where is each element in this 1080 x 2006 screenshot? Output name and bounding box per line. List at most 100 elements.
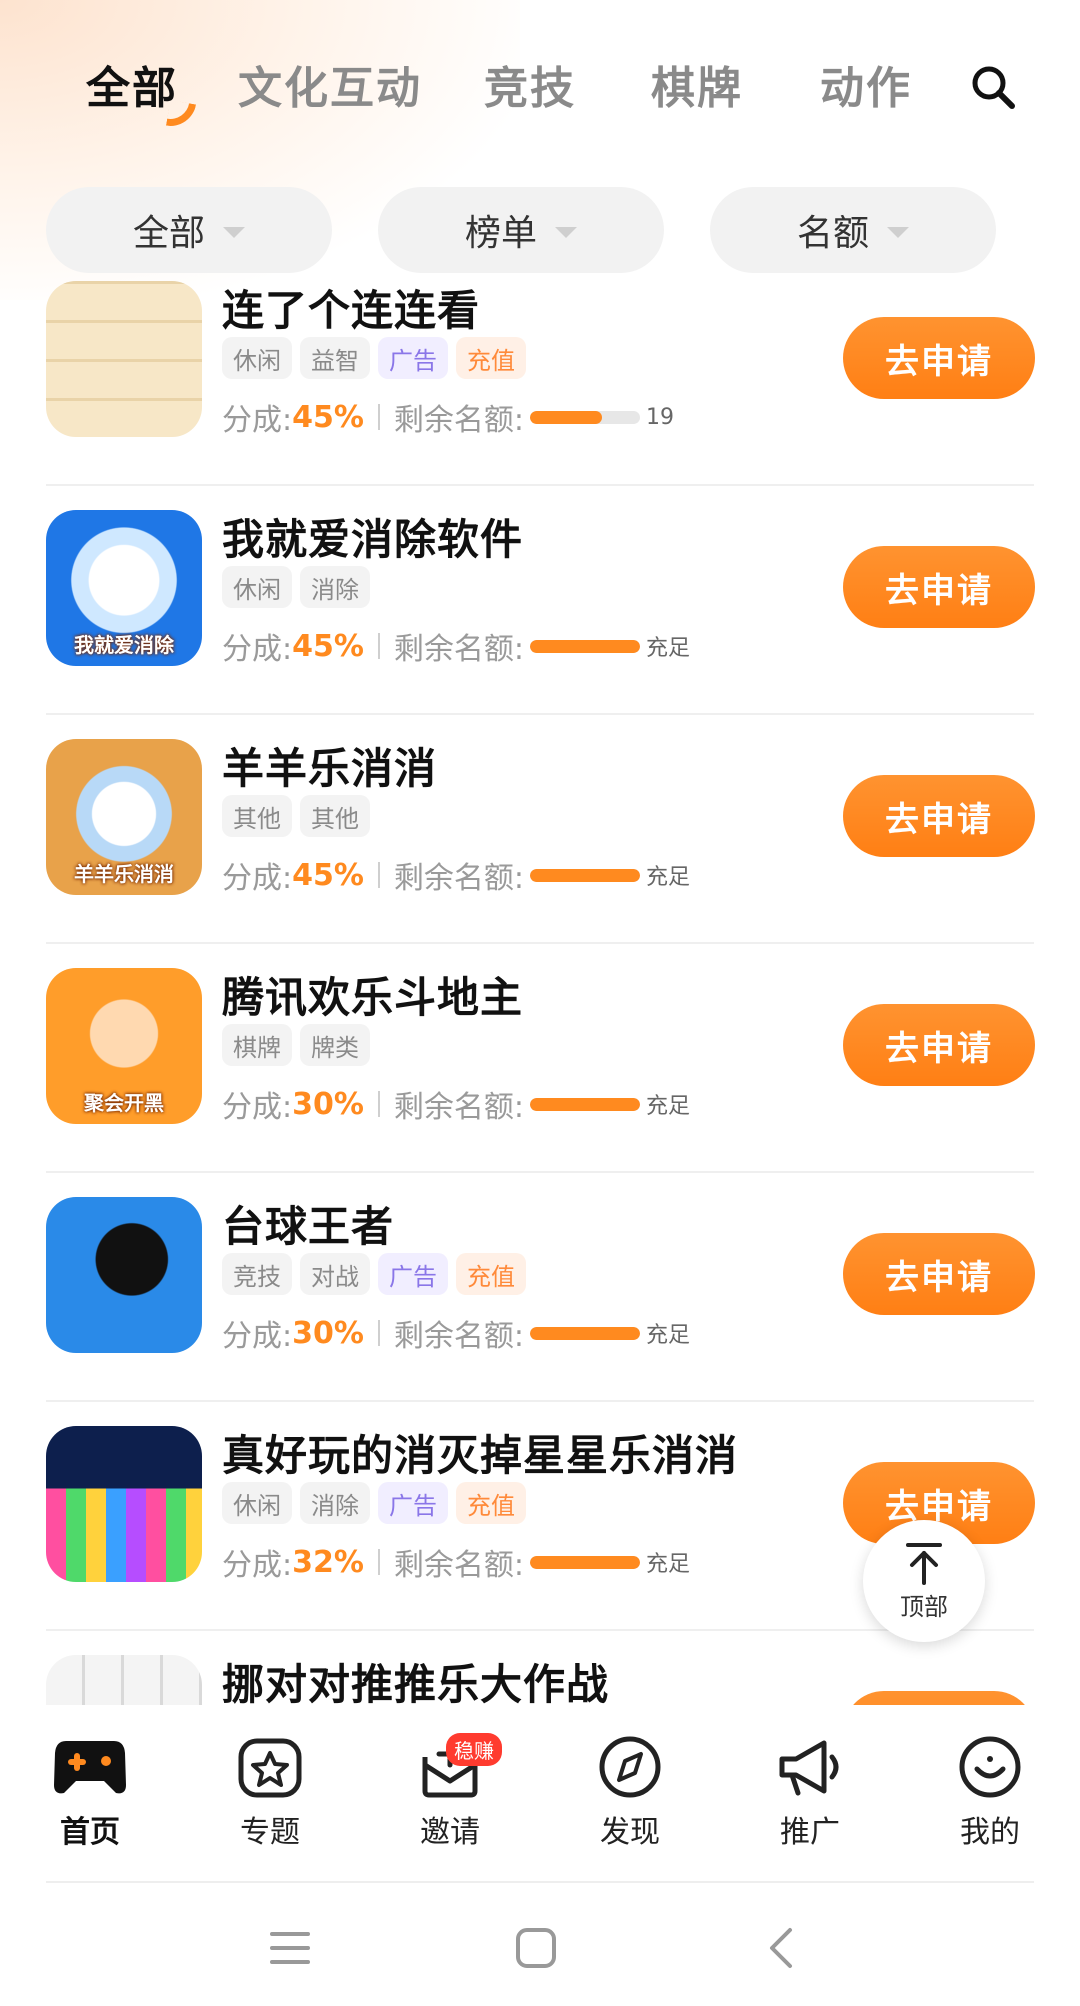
share-prefix: 分成:	[222, 1548, 293, 1583]
game-icon[interactable]: 聚会开黑	[46, 968, 202, 1124]
game-title[interactable]: 我就爱消除软件	[222, 506, 523, 567]
ad-tag: 广告	[378, 1482, 448, 1524]
tab-competitive[interactable]: 竞技	[484, 52, 576, 116]
tab-all[interactable]: 全部	[86, 52, 178, 116]
nav-promote[interactable]: 推广	[750, 1735, 870, 1851]
category-tag: 休闲	[222, 566, 292, 608]
filter-all-dropdown[interactable]: 全部	[46, 187, 332, 273]
category-tag: 其他	[300, 795, 370, 837]
nav-mine[interactable]: 我的	[930, 1735, 1050, 1851]
apply-button[interactable]: 去申请	[843, 317, 1035, 399]
tab-chess-cards[interactable]: 棋牌	[651, 52, 743, 116]
remaining-quota: 19	[646, 404, 675, 430]
game-meta: 分成: 45% 剩余名额: 充足	[222, 855, 690, 897]
category-tag: 消除	[300, 1482, 370, 1524]
search-icon[interactable]	[968, 62, 1018, 112]
filter-quota-dropdown[interactable]: 名额	[710, 187, 996, 273]
game-list-item[interactable]: 挪对对推推乐大作战去申请	[0, 1631, 1080, 1705]
meta-divider	[377, 1091, 380, 1117]
game-icon[interactable]: 羊羊乐消消	[46, 739, 202, 895]
apply-button[interactable]: 去申请	[843, 1233, 1035, 1315]
game-title[interactable]: 真好玩的消灭掉星星乐消消	[222, 1422, 738, 1483]
game-icon[interactable]	[46, 281, 202, 437]
bottom-nav: 首页 专题 稳赚 邀请 发现 推广 我的	[0, 1705, 1080, 1883]
chevron-down-icon	[223, 226, 245, 238]
game-list-item[interactable]: 台球王者 竞技 对战 广告 充值 分成: 30% 剩余名额: 充足 去申请	[0, 1173, 1080, 1402]
chevron-down-icon	[887, 226, 909, 238]
share-percent: 45%	[292, 857, 364, 893]
game-title[interactable]: 连了个连连看	[222, 277, 480, 338]
tag-list: 休闲 消除	[222, 566, 370, 608]
filter-ranking-dropdown[interactable]: 榜单	[378, 187, 664, 273]
remaining-prefix: 剩余名额:	[393, 1319, 525, 1354]
game-title[interactable]: 挪对对推推乐大作战	[222, 1651, 609, 1705]
back-to-top-button[interactable]: 顶部	[863, 1520, 985, 1642]
back-icon[interactable]	[752, 1918, 812, 1978]
home-square-icon[interactable]	[506, 1918, 566, 1978]
game-icon-caption: 聚会开黑	[84, 1091, 164, 1115]
nav-label: 首页	[60, 1815, 120, 1850]
game-title[interactable]: 腾讯欢乐斗地主	[222, 964, 523, 1025]
remaining-quota: 充足	[646, 636, 691, 661]
quota-progress-bar	[530, 868, 641, 882]
game-meta: 分成: 45% 剩余名额: 19	[222, 397, 675, 439]
meta-divider	[377, 633, 380, 659]
apply-button[interactable]: 去申请	[843, 1004, 1035, 1086]
quota-progress-fill	[530, 1326, 641, 1340]
game-list-item[interactable]: 连了个连连看 休闲 益智 广告 充值分成: 45% 剩余名额: 19 去申请	[0, 273, 1080, 486]
category-tag: 其他	[222, 795, 292, 837]
share-prefix: 分成:	[222, 861, 293, 896]
game-list-item[interactable]: 我就爱消除 我就爱消除软件 休闲 消除 分成: 45% 剩余名额: 充足 去申请	[0, 486, 1080, 715]
arrow-up-icon	[906, 1542, 942, 1585]
category-tag: 消除	[300, 566, 370, 608]
meta-divider	[377, 404, 380, 430]
game-list-item[interactable]: 聚会开黑 腾讯欢乐斗地主 棋牌 牌类 分成: 30% 剩余名额: 充足 去申请	[0, 944, 1080, 1173]
remaining-quota: 充足	[646, 1094, 691, 1119]
megaphone-icon	[779, 1740, 839, 1796]
game-title[interactable]: 羊羊乐消消	[222, 735, 437, 796]
game-icon[interactable]	[46, 1426, 202, 1582]
filter-bar: 全部 榜单 名额	[0, 187, 1080, 273]
category-tag: 牌类	[300, 1024, 370, 1066]
apply-button[interactable]: 去申请	[843, 546, 1035, 628]
share-percent: 30%	[292, 1086, 364, 1122]
quota-progress-fill	[530, 639, 641, 653]
share-percent: 32%	[292, 1544, 364, 1580]
remaining-prefix: 剩余名额:	[393, 632, 525, 667]
remaining-prefix: 剩余名额:	[393, 1548, 525, 1583]
share-prefix: 分成:	[222, 1319, 293, 1354]
remaining-prefix: 剩余名额:	[393, 1090, 525, 1125]
share-percent: 45%	[292, 399, 364, 435]
nav-label: 发现	[600, 1815, 660, 1850]
category-tag: 休闲	[222, 337, 292, 379]
tab-action[interactable]: 动作	[820, 52, 912, 116]
filter-label: 全部	[132, 213, 205, 254]
tag-list: 棋牌 牌类	[222, 1024, 370, 1066]
nav-home[interactable]: 首页	[30, 1735, 150, 1851]
apply-button[interactable]: 去申请	[843, 775, 1035, 857]
back-to-top-label: 顶部	[900, 1592, 948, 1621]
category-tag: 休闲	[222, 1482, 292, 1524]
quota-progress-fill	[530, 1097, 641, 1111]
tab-culture-interaction[interactable]: 文化互动	[238, 52, 422, 116]
game-icon[interactable]: 我就爱消除	[46, 510, 202, 666]
game-icon[interactable]	[46, 1197, 202, 1353]
game-meta: 分成: 30% 剩余名额: 充足	[222, 1084, 691, 1126]
quota-progress-fill	[530, 868, 641, 882]
game-icon[interactable]	[46, 1655, 202, 1705]
remaining-prefix: 剩余名额:	[393, 861, 525, 896]
quota-progress-bar	[530, 1097, 641, 1111]
menu-icon[interactable]	[260, 1918, 320, 1978]
ad-tag: 广告	[378, 1253, 448, 1295]
nav-invite[interactable]: 稳赚 邀请	[390, 1733, 510, 1851]
nav-discover[interactable]: 发现	[570, 1735, 690, 1851]
nav-topics[interactable]: 专题	[210, 1735, 330, 1851]
tag-list: 休闲 益智 广告 充值	[222, 337, 526, 379]
system-nav-bar	[0, 1883, 1080, 2006]
category-tag: 竞技	[222, 1253, 292, 1295]
apply-button[interactable]: 去申请	[843, 1691, 1035, 1705]
category-tabs: 全部 文化互动 竞技 棋牌 动作	[0, 52, 1080, 132]
game-list[interactable]: 连了个连连看 休闲 益智 广告 充值 分成: 45% 剩余名额: 19 去申请 我就爱消除 我就爱消除…	[0, 273, 1080, 1705]
game-list-item[interactable]: 羊羊乐消消 羊羊乐消消 其他 其他 分成: 45% 剩余名额: 充足 去申请	[0, 715, 1080, 944]
game-title[interactable]: 台球王者	[222, 1193, 394, 1254]
